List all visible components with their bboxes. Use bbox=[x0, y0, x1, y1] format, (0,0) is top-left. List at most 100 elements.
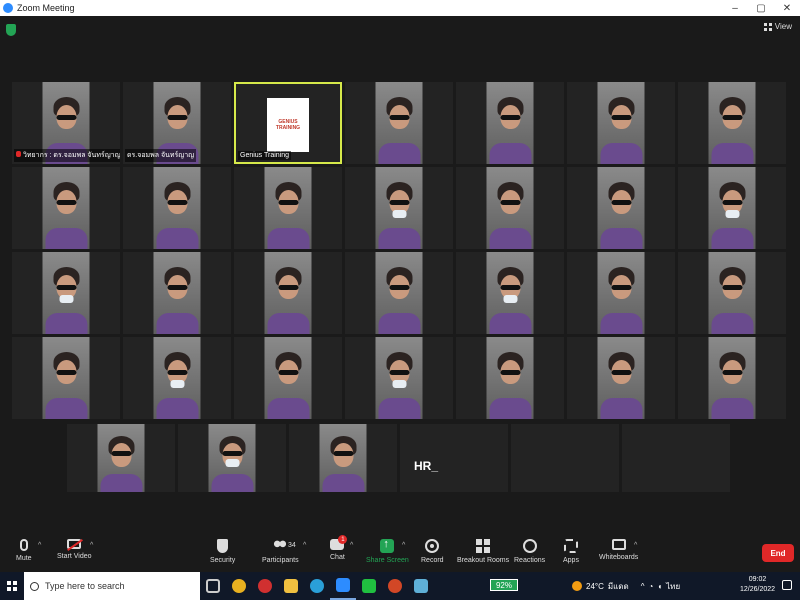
participant-tile[interactable] bbox=[345, 167, 453, 249]
encryption-shield-icon[interactable] bbox=[6, 24, 16, 36]
participant-tile[interactable] bbox=[456, 82, 564, 164]
participant-video bbox=[264, 167, 312, 249]
taskbar-opera[interactable] bbox=[252, 572, 278, 600]
start-video-button[interactable]: Start Video bbox=[57, 539, 92, 560]
participants-count: 34 bbox=[288, 542, 296, 549]
participant-tile[interactable] bbox=[178, 424, 286, 492]
clock-date: 12/26/2022 bbox=[740, 586, 776, 593]
taskbar-powerpoint[interactable] bbox=[382, 572, 408, 600]
participant-tile[interactable] bbox=[678, 252, 786, 334]
participant-video bbox=[597, 337, 645, 419]
participant-video bbox=[97, 424, 145, 492]
participant-video bbox=[486, 337, 534, 419]
participant-tile[interactable] bbox=[345, 337, 453, 419]
participant-tile[interactable] bbox=[12, 337, 120, 419]
participant-video bbox=[42, 252, 90, 334]
whiteboards-options-caret[interactable]: ^ bbox=[634, 542, 637, 549]
participant-video bbox=[264, 252, 312, 334]
clock-time: 09:02 bbox=[748, 576, 767, 583]
participant-tile[interactable] bbox=[678, 82, 786, 164]
task-view-icon bbox=[206, 579, 220, 593]
battery-indicator[interactable]: 92% bbox=[490, 579, 518, 591]
chat-button[interactable]: 1 Chat bbox=[330, 535, 348, 561]
breakout-rooms-button[interactable]: Breakout Rooms bbox=[457, 539, 509, 564]
participant-video bbox=[153, 167, 201, 249]
participant-tile[interactable] bbox=[12, 252, 120, 334]
participants-options-caret[interactable]: ^ bbox=[303, 542, 306, 549]
share-options-caret[interactable]: ^ bbox=[402, 542, 405, 549]
taskbar-search-box[interactable]: Type here to search bbox=[24, 572, 200, 600]
tray-overflow-icon[interactable]: ^ bbox=[641, 582, 645, 591]
participant-tile[interactable]: วิทยากร : ดร.จอมพล จันทร์ญาญ bbox=[12, 82, 120, 164]
participant-tile[interactable] bbox=[511, 424, 619, 492]
participant-tile[interactable] bbox=[345, 82, 453, 164]
participant-video bbox=[486, 167, 534, 249]
taskbar-line[interactable] bbox=[356, 572, 382, 600]
participant-tile[interactable]: ดร.จอมพล จันทร์ญาญ bbox=[123, 82, 231, 164]
record-label: Record bbox=[421, 557, 444, 564]
participant-name-label: Genius Training bbox=[238, 151, 292, 160]
participant-video bbox=[375, 82, 423, 164]
participant-tile[interactable] bbox=[567, 252, 675, 334]
minimize-button[interactable]: – bbox=[722, 0, 748, 16]
task-view-button[interactable] bbox=[200, 572, 226, 600]
taskbar-chrome[interactable] bbox=[226, 572, 252, 600]
record-button[interactable]: Record bbox=[421, 539, 444, 564]
participant-tile[interactable]: GENIUS TRAINING Genius Training bbox=[234, 82, 342, 164]
video-off-icon bbox=[67, 539, 82, 549]
participant-tile[interactable] bbox=[678, 337, 786, 419]
participant-tile[interactable] bbox=[123, 337, 231, 419]
participant-tile[interactable] bbox=[123, 252, 231, 334]
security-label: Security bbox=[210, 557, 236, 564]
input-language[interactable]: ไทย bbox=[666, 580, 680, 593]
reactions-button[interactable]: Reactions bbox=[514, 539, 545, 564]
whiteboards-button[interactable]: Whiteboards bbox=[599, 539, 638, 561]
participants-label: Participants bbox=[262, 557, 299, 564]
participant-tile[interactable] bbox=[234, 337, 342, 419]
maximize-button[interactable]: ▢ bbox=[748, 0, 774, 16]
mute-button[interactable]: Mute bbox=[16, 539, 32, 562]
participant-tile[interactable] bbox=[456, 252, 564, 334]
participant-tile[interactable] bbox=[67, 424, 175, 492]
participant-tile[interactable] bbox=[567, 337, 675, 419]
participant-tile[interactable] bbox=[622, 424, 730, 492]
whiteboards-label: Whiteboards bbox=[599, 554, 639, 561]
participant-video bbox=[153, 337, 201, 419]
video-options-caret[interactable]: ^ bbox=[90, 542, 93, 549]
participant-tile[interactable] bbox=[678, 167, 786, 249]
participant-name-hr: HR_ bbox=[414, 459, 439, 473]
taskbar-app[interactable] bbox=[408, 572, 434, 600]
taskbar-edge[interactable] bbox=[304, 572, 330, 600]
participant-tile[interactable] bbox=[345, 252, 453, 334]
participant-tile[interactable] bbox=[234, 167, 342, 249]
microphone-icon bbox=[19, 539, 28, 551]
participant-tile[interactable] bbox=[12, 167, 120, 249]
security-button[interactable]: Security bbox=[210, 539, 235, 564]
participant-video bbox=[153, 252, 201, 334]
participant-tile[interactable] bbox=[456, 167, 564, 249]
zoom-icon bbox=[3, 3, 13, 13]
mute-options-caret[interactable]: ^ bbox=[38, 542, 41, 549]
participant-tile[interactable] bbox=[123, 167, 231, 249]
close-button[interactable]: ✕ bbox=[774, 0, 800, 16]
start-video-label: Start Video bbox=[57, 553, 92, 560]
start-button[interactable] bbox=[0, 572, 24, 600]
participant-tile[interactable] bbox=[234, 252, 342, 334]
network-icon[interactable]: ◔ bbox=[648, 582, 653, 591]
chat-options-caret[interactable]: ^ bbox=[350, 542, 353, 549]
view-button[interactable]: View bbox=[763, 22, 792, 31]
participant-tile[interactable] bbox=[400, 424, 508, 492]
participant-tile[interactable] bbox=[567, 82, 675, 164]
apps-button[interactable]: Apps bbox=[563, 539, 579, 564]
weather-temp[interactable]: 24°C bbox=[586, 582, 604, 591]
end-meeting-button[interactable]: End bbox=[762, 544, 794, 562]
participant-tile[interactable] bbox=[289, 424, 397, 492]
volume-icon[interactable]: ◖ bbox=[657, 582, 662, 591]
participant-tile[interactable] bbox=[456, 337, 564, 419]
weather-description[interactable]: มีแดด bbox=[608, 580, 629, 593]
notifications-icon[interactable] bbox=[782, 580, 792, 590]
taskbar-explorer[interactable] bbox=[278, 572, 304, 600]
taskbar-clock[interactable]: 09:02 12/26/2022 bbox=[740, 575, 775, 595]
participant-tile[interactable] bbox=[567, 167, 675, 249]
taskbar-zoom[interactable] bbox=[330, 572, 356, 600]
